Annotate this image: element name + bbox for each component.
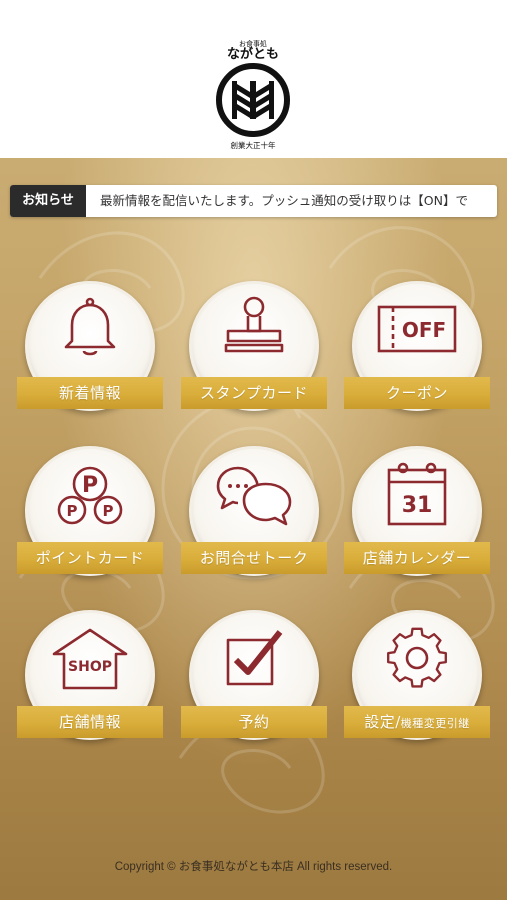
menu-store-info-label: 店舗情報 [17,706,163,738]
stamp-icon [214,295,294,365]
point-coins-icon: P P P [50,460,130,530]
settings-label-sub: 機種変更引継 [400,717,470,730]
app-screen: お食事処 ながとも 創業大正十年 お知らせ 最新情報を配信いたします。プッシュ通… [0,0,507,900]
menu-point-card[interactable]: P P P ポイントカード [17,446,163,592]
menu-settings[interactable]: 設定/機種変更引継 [344,610,490,756]
menu-news[interactable]: 新着情報 [17,281,163,427]
menu-point-card-label: ポイントカード [17,542,163,574]
bell-icon [50,295,130,365]
logo-tagline: 創業大正十年 [231,140,276,150]
chat-bubbles-icon [214,460,294,530]
shop-icon-text: SHOP [68,659,112,675]
notice-text: 最新情報を配信いたします。プッシュ通知の受け取りは【ON】で [100,193,468,208]
menu-settings-label: 設定/機種変更引継 [344,706,490,738]
point-icon-text: P [103,502,114,520]
header: お食事処 ながとも 創業大正十年 [0,0,507,158]
menu-stamp-card[interactable]: スタンプカード [181,281,327,427]
point-icon-text: P [82,473,98,498]
menu-reservation[interactable]: 予約 [181,610,327,756]
shop-house-icon: SHOP [50,624,130,694]
main-area: お知らせ 最新情報を配信いたします。プッシュ通知の受け取りは【ON】で 新着情報 [0,158,507,900]
menu-inquiry-talk-label: お問合せトーク [181,542,327,574]
calendar-icon-text: 31 [402,493,433,518]
point-icon-text: P [67,502,78,520]
footer-copyright: Copyright © お食事処ながとも本店 All rights reserv… [114,861,393,873]
calendar-icon: 31 [377,460,457,530]
menu-coupon[interactable]: OFF クーポン [344,281,490,427]
checkbox-icon [214,624,294,694]
notice-label: お知らせ [10,185,86,217]
coupon-icon-text: OFF [402,318,446,342]
menu-inquiry-talk[interactable]: お問合せトーク [181,446,327,592]
notice-bar[interactable]: お知らせ 最新情報を配信いたします。プッシュ通知の受け取りは【ON】で [10,185,497,217]
menu-store-info[interactable]: SHOP 店舗情報 [17,610,163,756]
settings-label-main: 設定/ [364,713,401,731]
logo-name: ながとも [227,46,279,62]
menu-stamp-card-label: スタンプカード [181,377,327,409]
menu-store-calendar-label: 店舗カレンダー [344,542,490,574]
brand-logo: お食事処 ながとも 創業大正十年 [203,36,303,154]
gear-icon [377,624,457,694]
coupon-icon: OFF [377,295,457,365]
menu-reservation-label: 予約 [181,706,327,738]
menu-news-label: 新着情報 [17,377,163,409]
menu-coupon-label: クーポン [344,377,490,409]
menu-store-calendar[interactable]: 31 店舗カレンダー [344,446,490,592]
